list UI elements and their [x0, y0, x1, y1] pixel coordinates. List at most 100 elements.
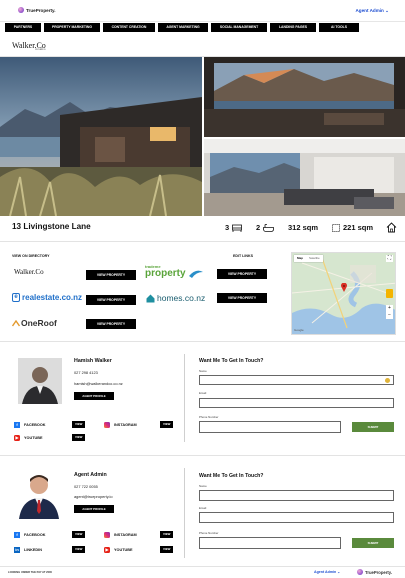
realestate-icon: e — [12, 293, 20, 302]
agent-portrait — [18, 358, 62, 404]
oneroof-logo: OneRoof — [12, 318, 57, 328]
phone-field[interactable] — [199, 421, 341, 433]
main-nav: PARTNERS AREA PROPERTY MARKETING CONTENT… — [5, 23, 359, 38]
nav-agent-marketing[interactable]: AGENT MARKETING — [158, 23, 208, 32]
land-area-value: 221 sqm — [343, 223, 374, 232]
instagram-icon — [104, 421, 110, 428]
bedrooms-spec: 3 — [225, 223, 243, 232]
agent-profile-button[interactable]: AGENT PROFILE — [74, 505, 114, 513]
footer-brand[interactable]: TrueProperty. — [357, 569, 392, 575]
walkerco-view-button[interactable]: VIEW PROPERTY — [86, 270, 136, 280]
bedrooms-count: 3 — [225, 223, 230, 232]
bath-icon — [263, 223, 275, 232]
instagram-link: INSTAGRAM VIEW — [104, 531, 174, 538]
contact-form-title: Want Me To Get In Touch? — [199, 358, 264, 364]
instagram-link: INSTAGRAM VIEW — [104, 421, 174, 428]
nav-landing-pages[interactable]: LANDING PAGES — [270, 23, 316, 32]
nav-property-marketing[interactable]: PROPERTY MARKETING — [44, 23, 100, 32]
satellite-tab[interactable]: Satellite — [306, 255, 323, 262]
agent-photo — [16, 469, 62, 519]
walkerco-logo: Walker.Co — [14, 268, 44, 276]
map-type-toggle: Map Satellite — [294, 255, 323, 262]
facebook-icon: f — [14, 531, 20, 538]
facebook-view-button[interactable]: VIEW — [72, 531, 86, 538]
trademe-swoosh-icon — [189, 270, 203, 278]
email-field[interactable] — [199, 512, 394, 523]
homes-view-button[interactable]: VIEW PROPERTY — [217, 293, 267, 303]
property-photo-interior-view[interactable] — [204, 57, 405, 137]
footer-admin-menu[interactable]: Agent Admin ⌄ — [314, 570, 340, 574]
youtube-link: ▶ YOUTUBE VIEW — [104, 546, 174, 553]
map-tab[interactable]: Map — [294, 255, 306, 262]
land-area-icon — [332, 223, 340, 232]
agent-photo — [18, 358, 62, 404]
email-label: Email — [199, 506, 207, 510]
youtube-icon: ▶ — [104, 546, 110, 553]
property-summary: 13 Livingstone Lane 3 2 312 sqm 221 sqm — [12, 222, 397, 236]
property-photo-living-room[interactable] — [204, 139, 405, 216]
property-map[interactable]: Map Satellite ⛶ + − Google — [291, 252, 396, 335]
property-address: 13 Livingstone Lane — [12, 222, 91, 231]
submit-button[interactable]: SUBMIT — [352, 422, 394, 432]
oneroof-view-button[interactable]: VIEW PROPERTY — [86, 319, 136, 329]
youtube-view-button[interactable]: VIEW — [160, 546, 174, 553]
homes-logo: homes.co.nz — [146, 293, 205, 303]
zoom-in-button[interactable]: + — [386, 305, 393, 312]
agent-phone[interactable]: 027 722 0055 — [74, 484, 98, 489]
home-icon[interactable] — [386, 222, 397, 233]
agent-name: Agent Admin — [74, 472, 107, 478]
brand-logo-icon — [357, 569, 363, 575]
column-divider — [184, 468, 185, 558]
agent-phone[interactable]: 027 298 4123 — [74, 370, 98, 375]
bed-icon — [232, 224, 243, 232]
divider — [0, 341, 405, 342]
phone-label: Phone Number — [199, 531, 219, 535]
property-photo-main[interactable] — [0, 57, 202, 216]
edit-links-button[interactable]: EDIT LINKS — [233, 254, 253, 258]
autofill-icon[interactable] — [385, 378, 390, 383]
divider — [0, 455, 405, 456]
bathrooms-spec: 2 — [256, 223, 275, 232]
column-divider — [184, 354, 185, 442]
agent-name: Hamish Walker — [74, 358, 112, 364]
agent-email[interactable]: agent@trueproperty.io — [74, 494, 112, 499]
youtube-view-button[interactable]: VIEW — [72, 434, 86, 441]
name-field[interactable] — [199, 490, 394, 501]
brand-logo-icon — [18, 7, 24, 13]
zoom-out-button[interactable]: − — [386, 312, 393, 319]
agency-logo: Walker.Co HOMES — [12, 41, 46, 51]
submit-button[interactable]: SUBMIT — [352, 538, 394, 548]
linkedin-view-button[interactable]: VIEW — [72, 546, 86, 553]
trademe-view-button[interactable]: VIEW PROPERTY — [217, 269, 267, 279]
zoom-controls: + − — [386, 305, 393, 319]
instagram-view-button[interactable]: VIEW — [160, 421, 174, 428]
realestate-logo: e realestate.co.nz — [12, 293, 82, 302]
instagram-view-button[interactable]: VIEW — [160, 531, 174, 538]
name-field[interactable] — [199, 375, 394, 385]
facebook-view-button[interactable]: VIEW — [72, 421, 86, 428]
realestate-view-button[interactable]: VIEW PROPERTY — [86, 295, 136, 305]
facebook-link: f FACEBOOK VIEW — [14, 421, 86, 428]
nav-content-creation[interactable]: CONTENT CREATION — [103, 23, 155, 32]
map-canvas — [292, 253, 395, 334]
brand-logo[interactable]: TrueProperty. — [18, 7, 56, 13]
email-field[interactable] — [199, 398, 394, 408]
agent-email[interactable]: hamish@walkerandco.co.nz — [74, 381, 123, 386]
phone-field[interactable] — [199, 537, 341, 549]
agent-profile-button[interactable]: AGENT PROFILE — [74, 392, 114, 400]
land-area-spec: 221 sqm — [332, 223, 373, 232]
agent-admin-menu[interactable]: Agent Admin ⌄ — [355, 8, 389, 14]
fullscreen-icon[interactable]: ⛶ — [386, 255, 393, 262]
name-label: Name — [199, 484, 207, 488]
street-view-pegman-icon[interactable] — [386, 289, 393, 298]
nav-partners-area[interactable]: PARTNERS AREA — [5, 23, 41, 38]
nav-social-management[interactable]: SOCIAL MANAGEMENT — [211, 23, 267, 32]
directory-title: VIEW ON DIRECTORY — [12, 254, 50, 258]
floor-area-spec: 312 sqm — [288, 223, 318, 232]
contact-form-title: Want Me To Get In Touch? — [199, 473, 264, 479]
instagram-icon — [104, 531, 110, 538]
footer: LOOKING UNDER THE PAY AT 2000 Agent Admi… — [0, 566, 405, 578]
footer-text: LOOKING UNDER THE PAY AT 2000 — [8, 571, 52, 574]
oneroof-roof-icon — [12, 319, 20, 326]
nav-ai-tools[interactable]: AI TOOLS — [319, 23, 359, 32]
